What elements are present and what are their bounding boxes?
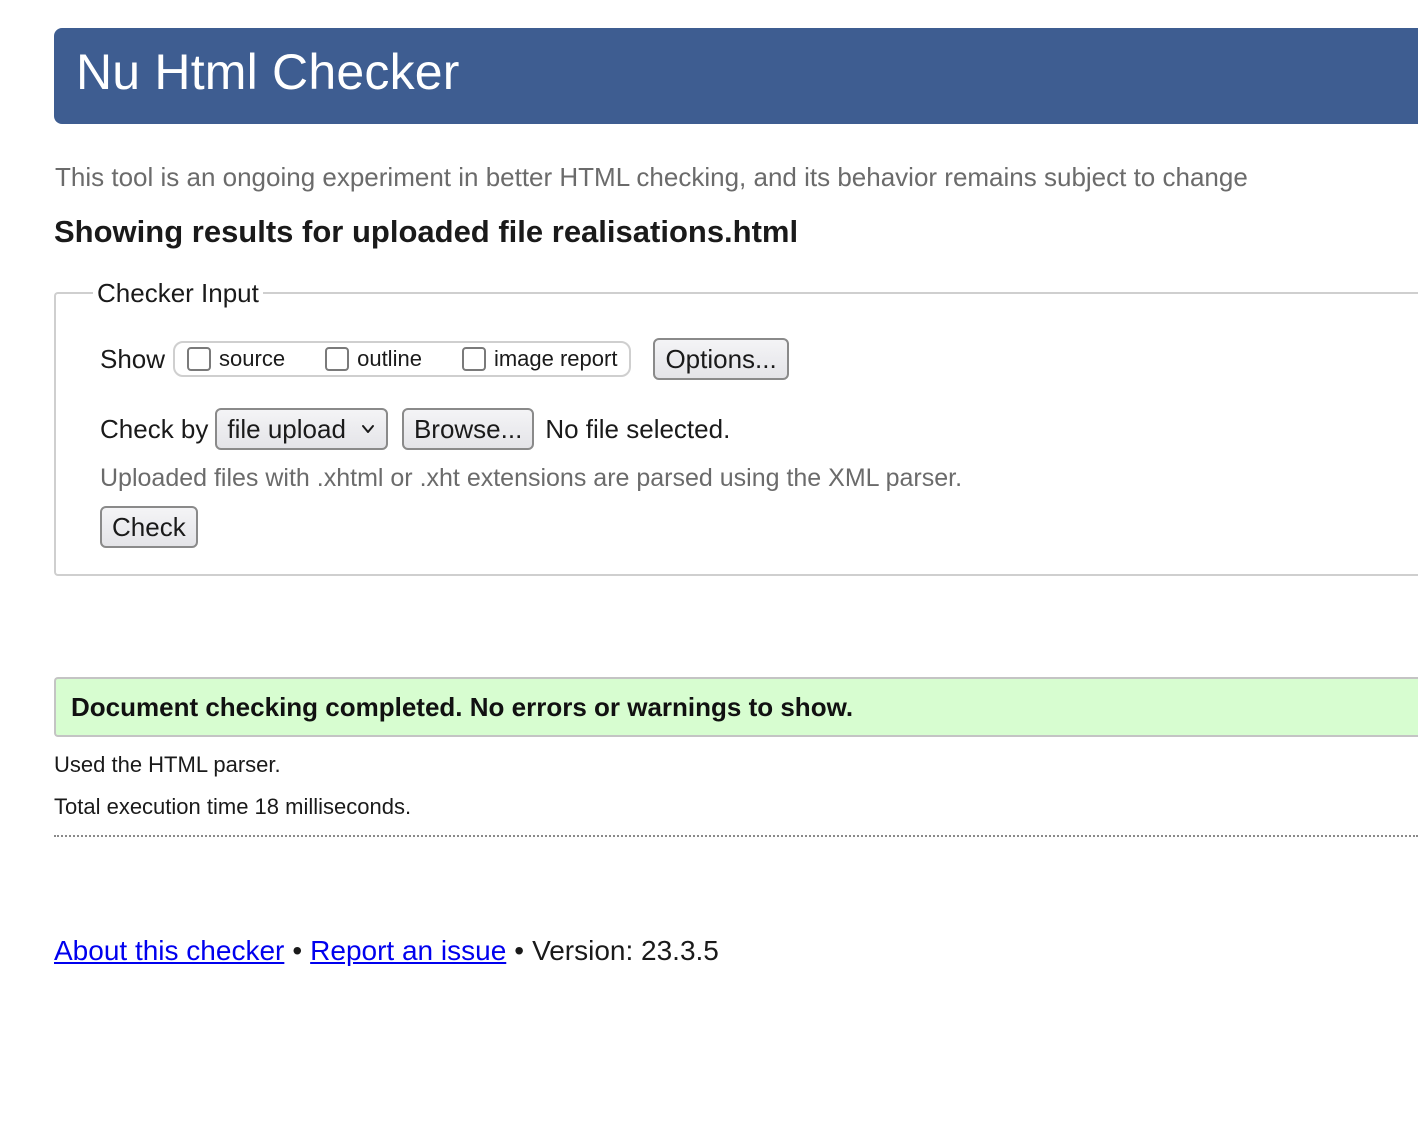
outline-checkbox[interactable] [325, 347, 350, 371]
check-by-label: Check by [100, 414, 209, 444]
source-checkbox-label[interactable]: source [219, 345, 285, 373]
source-checkbox[interactable] [187, 347, 212, 371]
report-issue-link[interactable]: Report an issue [310, 935, 506, 966]
browse-button[interactable]: Browse... [401, 408, 535, 450]
footer-separator: • [514, 935, 525, 966]
check-by-select[interactable]: file upload [215, 408, 388, 450]
results-heading: Showing results for uploaded file realis… [54, 214, 799, 249]
image-report-checkbox-label[interactable]: image report [494, 345, 618, 373]
outline-checkbox-label[interactable]: outline [357, 345, 422, 373]
show-row: Show source outline image report Options… [100, 336, 789, 382]
version-text: Version: 23.3.5 [532, 935, 719, 966]
xml-parser-note: Uploaded files with .xhtml or .xht exten… [100, 464, 963, 492]
dotted-divider [54, 835, 1418, 837]
chevron-down-icon[interactable] [360, 421, 376, 437]
no-file-status: No file selected. [545, 413, 731, 444]
about-checker-link[interactable]: About this checker [54, 935, 284, 966]
checker-input-legend: Checker Input [93, 276, 263, 310]
tagline: This tool is an ongoing experiment in be… [55, 162, 1248, 192]
show-image-report-option[interactable]: image report [461, 345, 618, 373]
check-by-selected-value[interactable]: file upload [227, 414, 346, 445]
execution-time: Total execution time 18 milliseconds. [54, 794, 412, 819]
footer: About this checker • Report an issue • Versi… [54, 933, 719, 969]
parser-info: Used the HTML parser. [54, 752, 281, 777]
app-title: Nu Html Checker [76, 44, 460, 100]
show-source-option[interactable]: source [187, 345, 285, 373]
show-label: Show [100, 344, 166, 374]
checker-input-fieldset: Checker Input Show source outline image … [54, 276, 1418, 576]
options-button[interactable]: Options... [653, 338, 789, 380]
check-button[interactable]: Check [100, 506, 198, 548]
page: Nu Html Checker This tool is an ongoing … [0, 0, 1418, 1134]
footer-separator: • [292, 935, 303, 966]
header-bar: Nu Html Checker [54, 28, 1418, 124]
check-by-row: Check by file upload Browse... No file s… [100, 406, 730, 452]
show-outline-option[interactable]: outline [325, 345, 422, 373]
show-options-group: source outline image report [173, 341, 632, 377]
image-report-checkbox[interactable] [461, 347, 486, 371]
success-message: Document checking completed. No errors o… [71, 692, 854, 722]
success-message-box: Document checking completed. No errors o… [54, 677, 1418, 737]
